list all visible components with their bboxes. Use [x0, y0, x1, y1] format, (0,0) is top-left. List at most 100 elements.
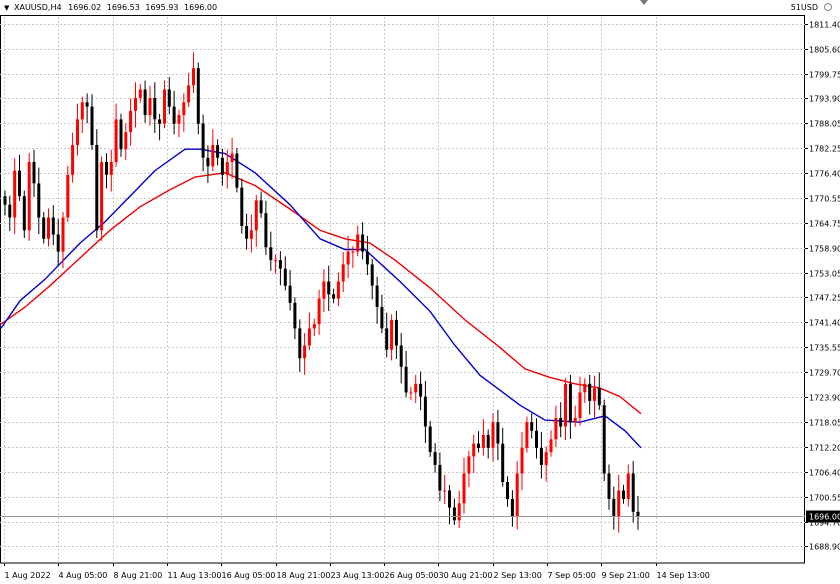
candle-body — [153, 98, 157, 120]
candle-body — [501, 443, 505, 482]
candle-body — [124, 132, 128, 150]
candle-body — [481, 435, 485, 448]
price-tick-label: 1741.40 — [809, 319, 840, 328]
time-tick-label: 2 Sep 13:00 — [494, 571, 542, 580]
time-tick-label: 4 Aug 05:00 — [59, 571, 108, 580]
candle-body — [182, 102, 186, 116]
candle-body — [22, 196, 26, 231]
candle-body — [105, 162, 108, 175]
candle-body — [37, 183, 41, 218]
candle-body — [245, 226, 249, 239]
price-chart[interactable]: 1811.40 1805.60 1799.75 1793.90 1788.05 1782.… — [0, 0, 840, 584]
price-tick-label: 1764.75 — [809, 220, 840, 229]
candle-body — [269, 247, 273, 261]
collapse-arrow-icon[interactable]: ▼ — [4, 4, 9, 12]
candle-body — [409, 392, 413, 394]
price-tick-label: 1811.40 — [809, 21, 840, 30]
candle-body — [390, 319, 394, 350]
candle-body — [27, 162, 31, 231]
time-tick-label: 16 Aug 05:00 — [222, 571, 276, 580]
candle-body — [327, 281, 331, 295]
price-tick-label: 1753.05 — [809, 270, 840, 279]
candle-body — [356, 234, 360, 252]
ohlc-header: XAUUSD,H4 1696.02 1696.53 1695.93 1696.0… — [14, 3, 220, 12]
candle-body — [307, 328, 311, 346]
price-tick-label: 1799.75 — [809, 71, 840, 80]
candle-body — [187, 85, 191, 103]
candle-body — [530, 422, 534, 431]
chart-window[interactable]: 1811.40 1805.60 1799.75 1793.90 1788.05 1782.… — [0, 0, 840, 584]
candle-body — [177, 115, 181, 124]
candle-body — [298, 328, 302, 359]
candle-body — [51, 217, 55, 235]
symbol-label: XAUUSD,H4 — [14, 3, 62, 12]
candle-body — [259, 200, 263, 214]
candle-body — [332, 294, 336, 299]
candle-body — [192, 68, 195, 86]
candle-body — [419, 383, 423, 397]
candle-body — [211, 145, 215, 167]
price-tick-label: 1770.55 — [809, 195, 840, 204]
candle-body — [385, 328, 389, 350]
candle-body — [235, 153, 239, 188]
candle-body — [80, 102, 84, 120]
candle-body — [428, 426, 432, 453]
plot-frame — [0, 15, 805, 564]
candle-body — [293, 302, 297, 329]
candle-body — [47, 217, 50, 239]
candle-body — [13, 170, 17, 218]
candle-body — [66, 174, 70, 218]
candle-body — [341, 264, 345, 282]
candle-body — [42, 217, 46, 239]
candle-body — [506, 482, 509, 500]
candle-body — [549, 439, 553, 453]
price-tick-label: 1793.90 — [809, 95, 840, 104]
price-tick-label: 1776.40 — [809, 170, 840, 179]
candle-body — [71, 145, 75, 175]
candle-body — [539, 447, 543, 465]
candle-body — [365, 251, 369, 265]
time-tick-label: 7 Sep 05:00 — [548, 571, 596, 580]
candle-body — [414, 383, 418, 393]
candle-body — [573, 418, 577, 423]
chart-shift-marker-icon[interactable] — [640, 0, 648, 5]
candle-body — [172, 106, 176, 124]
candle-body — [225, 162, 229, 175]
candle-body — [95, 145, 99, 231]
candle-body — [423, 396, 427, 427]
price-tick-label: 1723.90 — [809, 394, 840, 403]
candle-body — [274, 260, 278, 262]
candle-body — [612, 499, 616, 517]
candle-body — [617, 490, 621, 517]
candle-body — [433, 452, 437, 465]
candle-body — [554, 418, 558, 440]
candle-body — [32, 162, 36, 184]
signal-icon[interactable] — [824, 3, 832, 11]
signal-label: 51USD — [790, 3, 818, 12]
candle-body — [317, 298, 321, 325]
candle-body — [322, 281, 326, 299]
candle-body — [278, 260, 282, 269]
candle-body — [588, 383, 592, 401]
candle-body — [220, 157, 224, 175]
candle-body — [312, 324, 316, 329]
candle-body — [264, 213, 268, 248]
price-tick-label: 1758.90 — [809, 245, 840, 254]
candle-body — [85, 102, 89, 107]
time-tick-label: 1 Aug 2022 — [5, 571, 51, 580]
candle-body — [578, 392, 582, 418]
time-tick-label: 18 Aug 21:00 — [277, 571, 331, 580]
time-tick-label: 11 Aug 13:00 — [168, 571, 222, 580]
candle-body — [583, 383, 587, 393]
candle-body — [636, 511, 640, 517]
candle-body — [249, 230, 253, 239]
candle-body — [288, 285, 292, 303]
candle-body — [564, 383, 567, 427]
candle-body — [109, 162, 113, 175]
candle-body — [163, 89, 166, 124]
candle-body — [201, 123, 205, 158]
candle-body — [631, 473, 635, 512]
price-tick-label: 1688.90 — [809, 543, 840, 552]
candle-body — [8, 204, 12, 218]
candle-body — [462, 473, 466, 504]
